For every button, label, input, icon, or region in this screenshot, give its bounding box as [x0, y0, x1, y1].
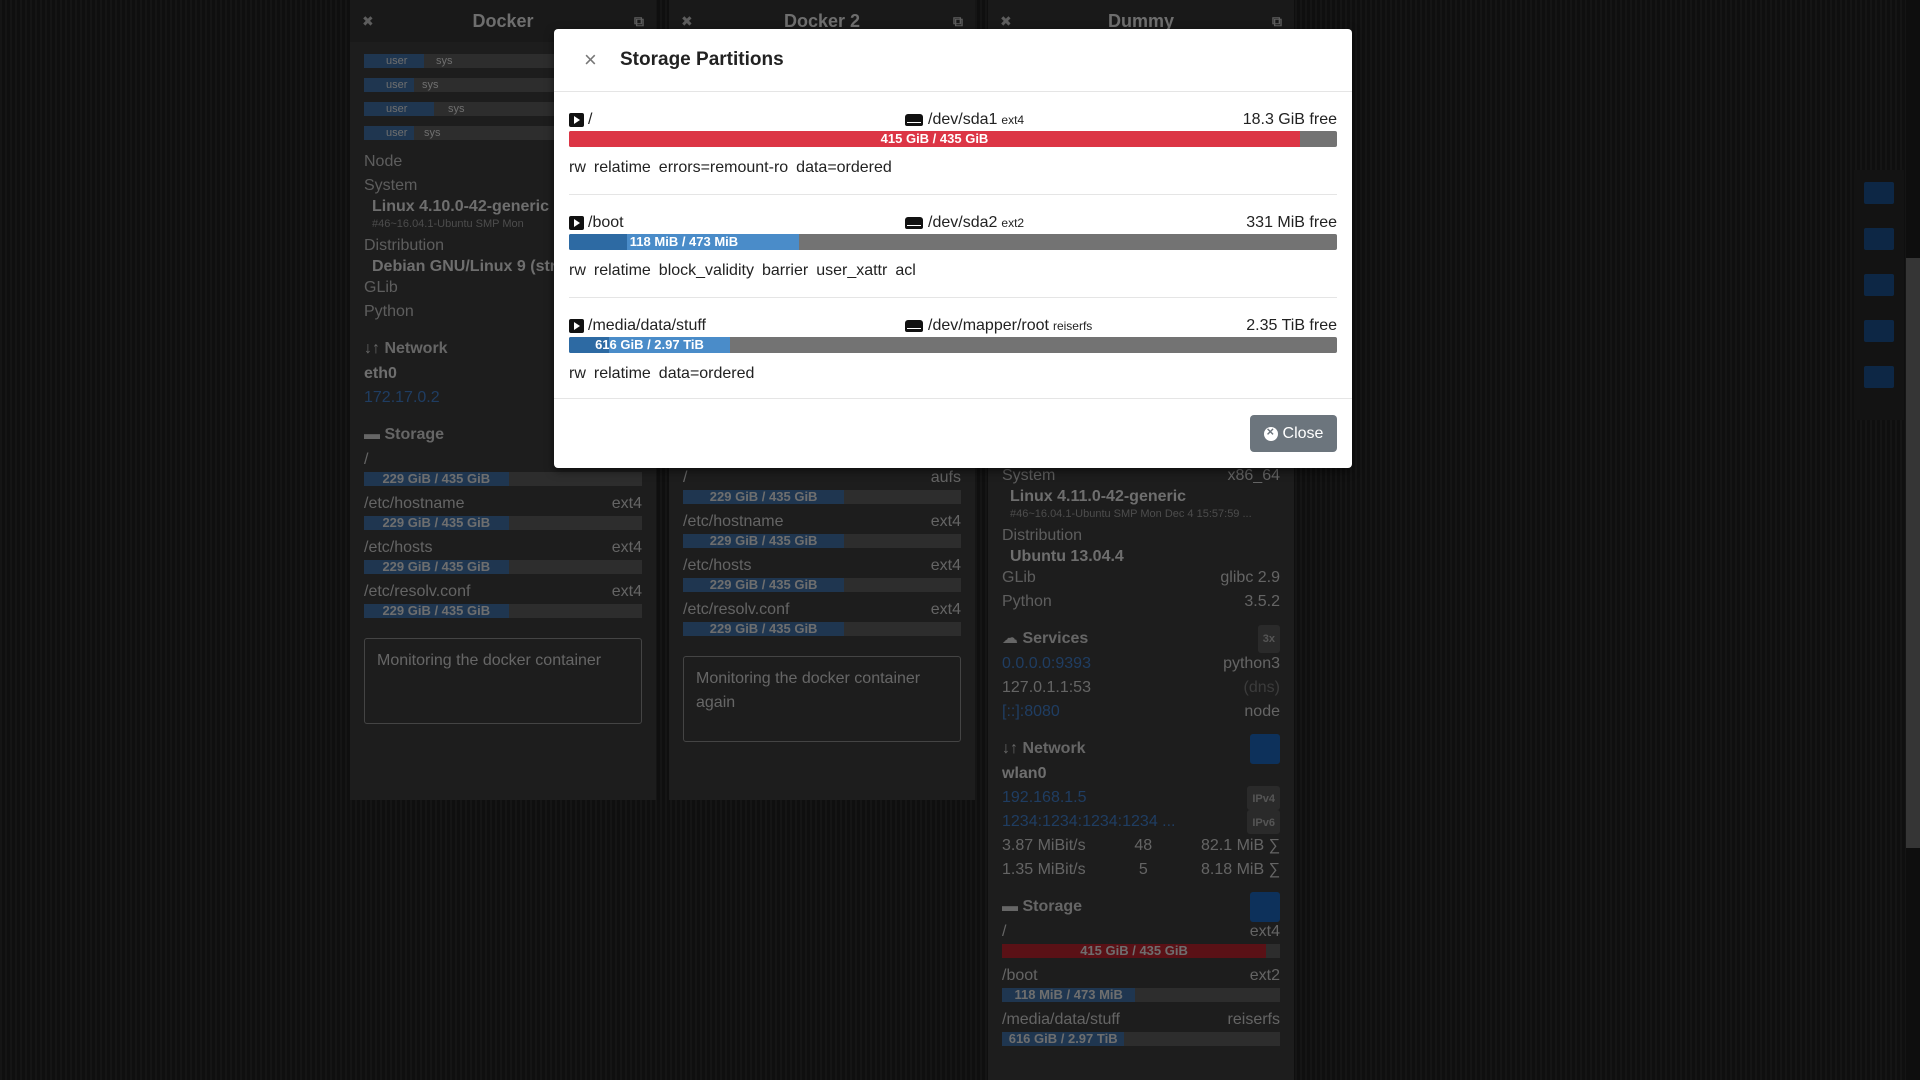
- partition-entry: /media/data/stuff /dev/mapper/root reise…: [569, 298, 1337, 401]
- mount-option: rw: [569, 365, 586, 382]
- mount-option: relatime: [593, 159, 651, 176]
- partition-entry: /boot /dev/sda2 ext2 331 MiB free 118 Mi…: [569, 195, 1337, 298]
- partition-header: /boot /dev/sda2 ext2 331 MiB free: [569, 212, 1337, 234]
- fs-type: ext4: [1001, 113, 1025, 127]
- mount-option: relatime: [593, 262, 651, 279]
- partition-entry: / /dev/sda1 ext4 18.3 GiB free 415 GiB /…: [569, 92, 1337, 195]
- mount-options: rw relatime data=ordered: [569, 363, 1337, 385]
- close-circle-icon: [1263, 424, 1278, 441]
- device-path: /dev/sda1: [928, 111, 998, 128]
- close-button-label: Close: [1282, 424, 1324, 442]
- modal-title: Storage Partitions: [620, 49, 784, 70]
- mount-option: rw: [569, 159, 586, 176]
- mount-options: rw relatime errors=remount-ro data=ordered: [569, 157, 1337, 179]
- mount-point: /: [588, 111, 593, 128]
- usage-text: 118 MiB / 473 MiB: [629, 234, 739, 249]
- mount-option: data=ordered: [658, 365, 755, 382]
- partition-mount: /media/data/stuff: [569, 317, 706, 335]
- mount-point: /media/data/stuff: [588, 317, 706, 334]
- usage-text: 616 GiB / 2.97 TiB: [595, 337, 704, 352]
- mount-option: rw: [569, 262, 586, 279]
- device-path: /dev/mapper/root: [928, 317, 1049, 334]
- partition-header: / /dev/sda1 ext4 18.3 GiB free: [569, 109, 1337, 131]
- partition-device: /dev/sda2 ext2: [905, 214, 1024, 232]
- mount-point: /boot: [588, 214, 624, 231]
- usage-progress-bar: 616 GiB / 2.97 TiB: [569, 337, 1337, 353]
- close-button[interactable]: Close: [1250, 415, 1337, 452]
- free-space: 2.35 TiB free: [1246, 317, 1337, 334]
- play-square-icon: [569, 216, 584, 230]
- play-square-icon: [569, 319, 584, 333]
- partition-mount: /boot: [569, 214, 624, 232]
- free-space: 331 MiB free: [1246, 214, 1337, 231]
- modal-header: × Storage Partitions: [554, 29, 1352, 92]
- hdd-icon: [905, 217, 923, 229]
- usage-progress-bar: 118 MiB / 473 MiB: [569, 234, 1337, 250]
- mount-option: data=ordered: [796, 159, 892, 176]
- partition-mount: /: [569, 111, 592, 129]
- mount-option: block_validity: [658, 262, 754, 279]
- mount-option: user_xattr: [816, 262, 888, 279]
- close-icon[interactable]: ×: [584, 49, 608, 71]
- partition-device: /dev/sda1 ext4: [905, 111, 1024, 129]
- mount-option: errors=remount-ro: [658, 159, 789, 176]
- fs-type: ext2: [1001, 216, 1025, 230]
- free-space: 18.3 GiB free: [1242, 111, 1337, 128]
- storage-partitions-modal: × Storage Partitions / /dev/sda1 ext4 18…: [554, 29, 1352, 468]
- modal-body: / /dev/sda1 ext4 18.3 GiB free 415 GiB /…: [554, 92, 1352, 401]
- mount-option: barrier: [761, 262, 809, 279]
- fs-type: reiserfs: [1052, 319, 1093, 333]
- mount-option: relatime: [593, 365, 651, 382]
- usage-progress-bar: 415 GiB / 435 GiB: [569, 131, 1337, 147]
- hdd-icon: [905, 114, 923, 126]
- play-square-icon: [569, 113, 584, 127]
- partition-header: /media/data/stuff /dev/mapper/root reise…: [569, 315, 1337, 337]
- mount-options: rw relatime block_validity barrier user_xatt…: [569, 260, 1337, 282]
- mount-option: acl: [895, 262, 916, 279]
- partition-device: /dev/mapper/root reiserfs: [905, 317, 1092, 335]
- device-path: /dev/sda2: [928, 214, 998, 231]
- modal-footer: Close: [554, 398, 1352, 468]
- usage-text: 415 GiB / 435 GiB: [880, 131, 989, 146]
- hdd-icon: [905, 320, 923, 332]
